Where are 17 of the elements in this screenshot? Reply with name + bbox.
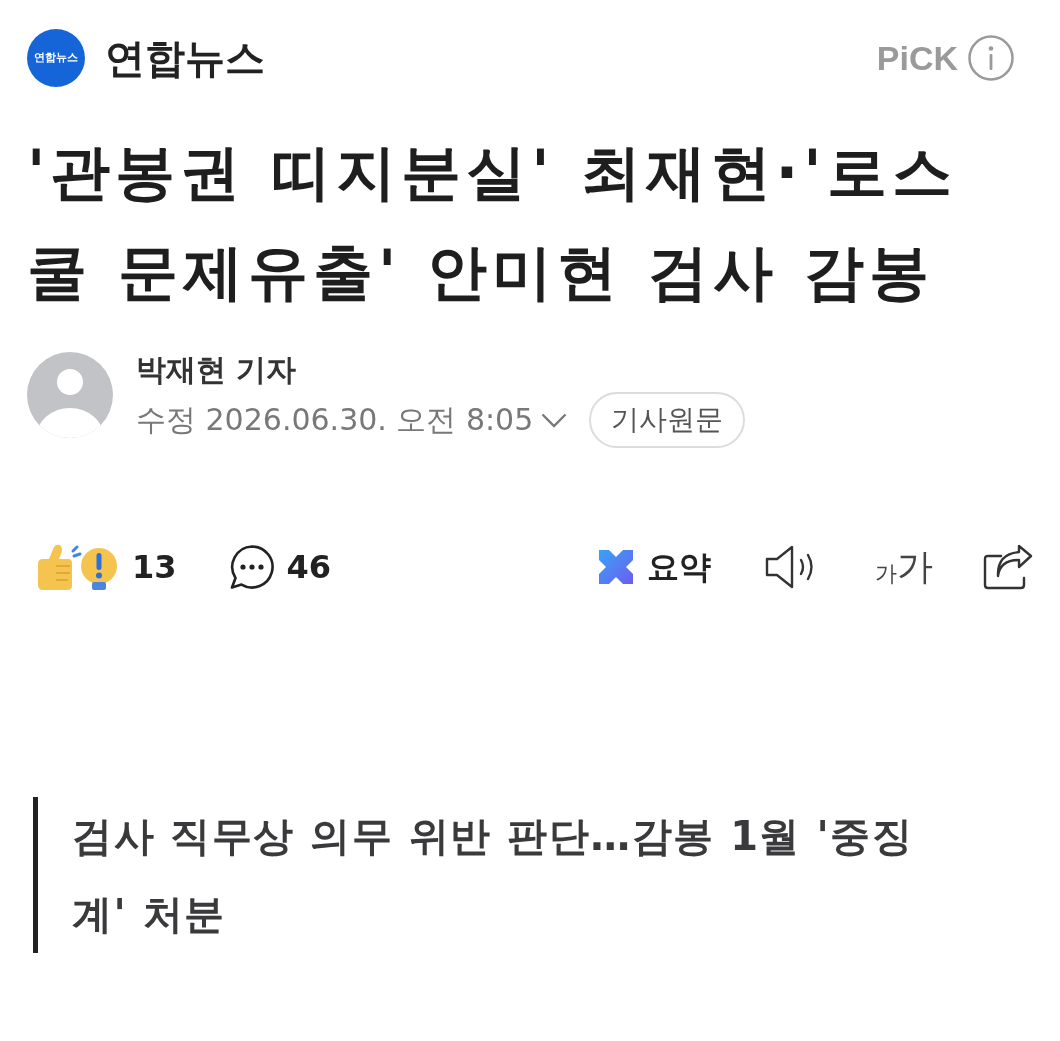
original-article-button[interactable]: 기사원문 [589,392,746,448]
summary-button[interactable]: 요약 [597,548,711,586]
comment-icon [228,544,275,590]
sparkle-x-icon [597,548,635,586]
share-icon[interactable] [983,544,1033,590]
reporter-name[interactable]: 박재현 기자 [136,352,297,388]
font-size-button[interactable]: 가가 [875,549,933,585]
headline: '관봉권 띠지분실' 최재현·'로스쿨 문제유출' 안미현 검사 감봉 [27,136,958,309]
date-toggle[interactable]: 수정 2026.06.30. 오전 8:05 [136,399,568,441]
subtitle-text: 검사 직무상 의무 위반 판단…감봉 1월 '중징계' 처분 [72,812,915,939]
chevron-down-icon [541,412,568,428]
comment-button[interactable]: 46 [228,544,332,590]
pick-label: PiCK [876,41,958,75]
publisher-name[interactable]: 연합뉴스 [105,38,265,78]
publisher-logo[interactable]: 연합뉴스 [27,29,85,87]
reaction-button[interactable]: 13 [32,542,177,592]
info-icon[interactable] [968,35,1014,81]
